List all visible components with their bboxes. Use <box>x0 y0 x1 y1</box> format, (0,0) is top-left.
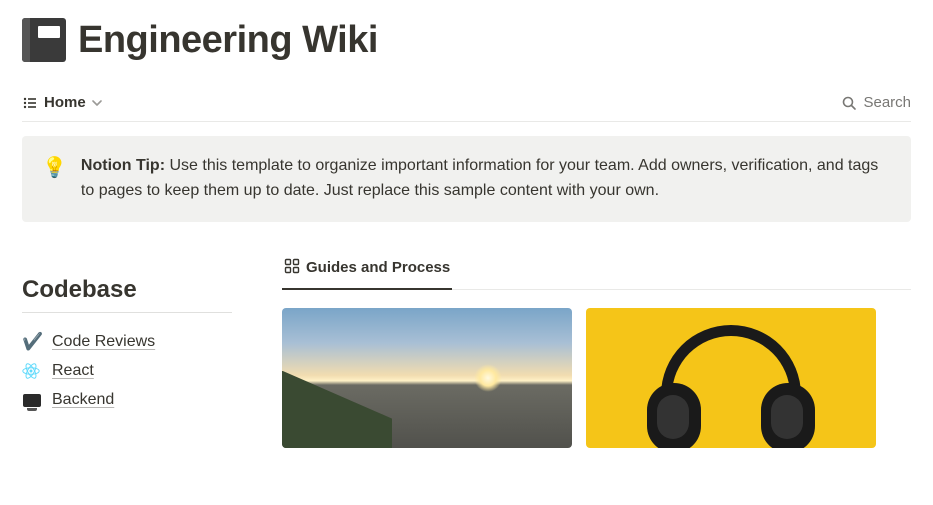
notebook-icon <box>22 18 66 62</box>
tip-label: Notion Tip: <box>81 157 165 174</box>
toolbar: Home Search <box>22 88 911 122</box>
headphones-image <box>641 333 821 448</box>
tab-label: Guides and Process <box>306 259 450 276</box>
content-row: Codebase ✔️ Code Reviews React Backend <box>22 252 911 448</box>
search-button[interactable]: Search <box>841 94 911 111</box>
view-switch[interactable]: Home <box>22 94 102 111</box>
checkmark-icon: ✔️ <box>22 332 42 352</box>
search-icon <box>841 95 857 111</box>
sidebar-item-label: Backend <box>52 391 114 409</box>
tab-row: Guides and Process <box>282 252 911 290</box>
sidebar-item-label: React <box>52 362 94 380</box>
lightbulb-icon: 💡 <box>42 154 67 204</box>
gallery-card[interactable] <box>586 308 876 448</box>
divider <box>22 312 232 313</box>
list-icon <box>22 95 38 111</box>
sidebar-item-code-reviews[interactable]: ✔️ Code Reviews <box>22 327 232 357</box>
sidebar-item-label: Code Reviews <box>52 333 155 351</box>
tip-callout: 💡 Notion Tip: Use this template to organ… <box>22 136 911 222</box>
view-label: Home <box>44 94 86 111</box>
gallery <box>282 308 911 448</box>
tab-guides-and-process[interactable]: Guides and Process <box>282 252 452 290</box>
tip-body: Use this template to organize important … <box>81 157 878 199</box>
main-column: Guides and Process <box>282 252 911 448</box>
page-title: Engineering Wiki <box>78 19 378 62</box>
sidebar-item-react[interactable]: React <box>22 357 232 385</box>
callout-text: Notion Tip: Use this template to organiz… <box>81 154 887 204</box>
search-label: Search <box>863 94 911 111</box>
gallery-card[interactable] <box>282 308 572 448</box>
monitor-icon <box>22 390 42 410</box>
sidebar-heading: Codebase <box>22 276 232 304</box>
sidebar-item-backend[interactable]: Backend <box>22 385 232 415</box>
react-icon <box>22 362 42 380</box>
title-row: Engineering Wiki <box>22 18 911 62</box>
sidebar: Codebase ✔️ Code Reviews React Backend <box>22 252 232 448</box>
gallery-icon <box>284 258 300 278</box>
chevron-down-icon <box>92 98 102 108</box>
